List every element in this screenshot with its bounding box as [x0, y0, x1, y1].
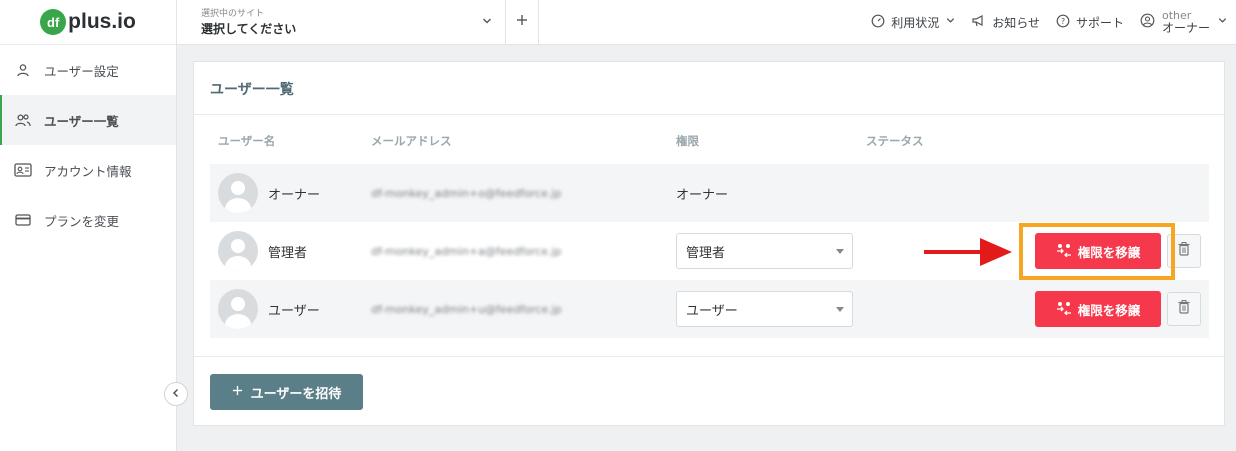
sidebar-collapse-button[interactable] — [164, 382, 188, 406]
megaphone-icon — [972, 14, 986, 30]
role-cell: オーナー — [676, 187, 729, 203]
gauge-icon — [871, 14, 885, 31]
site-selector-caption: 選択中のサイト — [201, 9, 265, 19]
plus-icon — [232, 385, 243, 400]
sidebar-item-account-info[interactable]: アカウント情報 — [0, 145, 176, 195]
sidebar-item-label: アカウント情報 — [44, 163, 132, 179]
transfer-button-label: 権限を移譲 — [1077, 302, 1141, 318]
caret-down-icon — [836, 306, 844, 312]
users-icon — [14, 111, 32, 129]
caret-down-icon — [836, 248, 844, 254]
annotation-arrow-icon — [922, 236, 1014, 272]
site-selector-value: 選択してください — [201, 22, 297, 36]
email-cell: df-monkey_admin+o@feedforce.jp — [371, 186, 562, 200]
sidebar-item-label: プランを変更 — [44, 213, 120, 229]
role-select[interactable]: ユーザー — [676, 291, 853, 327]
user-name-cell: 管理者 — [268, 245, 308, 261]
logo[interactable]: df plus.io — [0, 0, 176, 45]
plus-icon — [516, 14, 528, 30]
sidebar-item-user-settings[interactable]: ユーザー設定 — [0, 45, 176, 95]
site-selector[interactable]: 選択中のサイト 選択してください — [177, 0, 506, 44]
avatar — [218, 173, 258, 213]
sidebar-item-change-plan[interactable]: プランを変更 — [0, 195, 176, 245]
invite-button-label: ユーザーを招待 — [250, 386, 342, 402]
page-title: ユーザー一覧 — [194, 62, 1224, 115]
table-row: オーナー df-monkey_admin+o@feedforce.jp オーナー — [210, 164, 1209, 222]
trash-icon — [1178, 300, 1190, 318]
delete-user-button[interactable] — [1167, 292, 1201, 326]
topbar-menu: 利用状況 お知らせ ? サポート other オーナー — [871, 0, 1228, 44]
sidebar: df plus.io ユーザー設定 ユーザー一覧 アカウント情報 プランを変更 — [0, 0, 177, 451]
logo-text: plus.io — [68, 10, 136, 33]
trash-icon — [1178, 242, 1190, 260]
role-select-value: ユーザー — [686, 303, 738, 319]
sidebar-item-user-list[interactable]: ユーザー一覧 — [0, 95, 176, 145]
table-row: ユーザー df-monkey_admin+u@feedforce.jp ユーザー… — [210, 280, 1209, 338]
chevron-left-icon — [171, 387, 181, 402]
user-role: オーナー — [1161, 21, 1210, 35]
topbar: 選択中のサイト 選択してください 利用状況 お知らせ ? サポート other … — [177, 0, 1236, 45]
transfer-icon — [1056, 301, 1072, 318]
credit-card-icon — [14, 211, 32, 229]
transfer-ownership-button[interactable]: 権限を移譲 — [1035, 291, 1161, 327]
invite-user-button[interactable]: ユーザーを招待 — [210, 374, 363, 410]
support-label: サポート — [1075, 15, 1124, 30]
avatar — [218, 231, 258, 271]
column-header-name: ユーザー名 — [218, 134, 276, 148]
chevron-down-icon — [945, 15, 956, 29]
chevron-down-icon — [481, 15, 493, 31]
person-icon — [14, 61, 32, 79]
email-cell: df-monkey_admin+u@feedforce.jp — [371, 302, 562, 316]
logo-mark: df — [40, 9, 67, 35]
notice-link[interactable]: お知らせ — [972, 14, 1040, 31]
email-cell: df-monkey_admin+a@feedforce.jp — [371, 244, 562, 258]
user-circle-icon — [1140, 13, 1155, 31]
user-name-cell: オーナー — [268, 187, 321, 203]
support-link[interactable]: ? サポート — [1056, 14, 1124, 31]
usage-menu[interactable]: 利用状況 — [871, 14, 956, 31]
column-header-status: ステータス — [866, 134, 924, 148]
sidebar-item-label: ユーザー一覧 — [44, 113, 119, 129]
notice-label: お知らせ — [992, 15, 1040, 30]
avatar — [218, 289, 258, 329]
help-icon: ? — [1056, 14, 1070, 31]
user-menu-text: other オーナー — [1162, 9, 1210, 35]
add-site-button[interactable] — [506, 0, 539, 44]
card-footer-divider — [194, 356, 1224, 357]
table-header: ユーザー名 メールアドレス 権限 ステータス — [210, 133, 1209, 164]
role-select-value: 管理者 — [686, 245, 726, 261]
svg-text:?: ? — [1061, 17, 1065, 26]
column-header-role: 権限 — [676, 134, 699, 148]
annotation-highlight-box — [1019, 223, 1175, 280]
chevron-down-icon — [1217, 15, 1228, 29]
id-card-icon — [14, 161, 32, 179]
usage-label: 利用状況 — [891, 15, 940, 30]
column-header-email: メールアドレス — [371, 134, 452, 148]
user-name-cell: ユーザー — [268, 303, 320, 319]
sidebar-item-label: ユーザー設定 — [44, 63, 119, 79]
role-select[interactable]: 管理者 — [676, 233, 853, 269]
user-menu[interactable]: other オーナー — [1140, 9, 1228, 35]
